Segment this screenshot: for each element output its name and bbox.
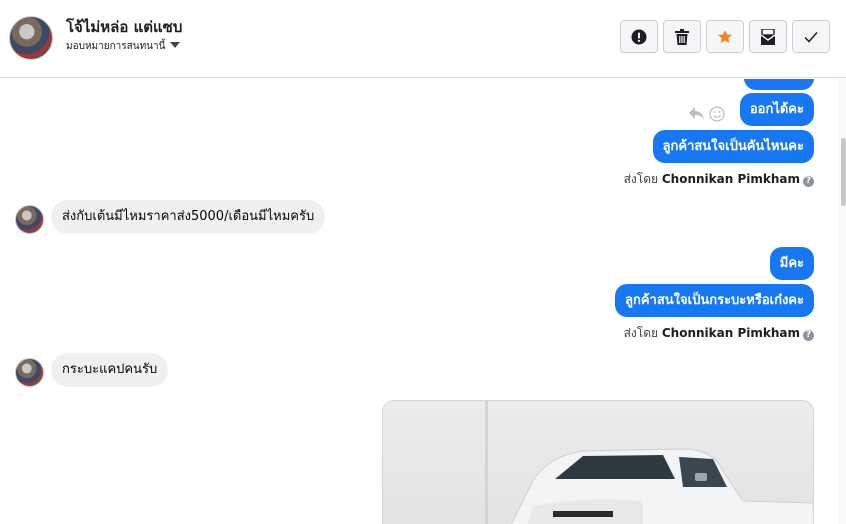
exclamation-icon <box>631 29 647 44</box>
sender-name: Chonnikan Pimkham <box>661 326 800 340</box>
contact-avatar-small[interactable] <box>15 358 44 387</box>
sent-by-prefix: ส่งโดย <box>623 326 659 340</box>
sent-by-prefix: ส่งโดย <box>623 172 659 186</box>
trash-icon <box>675 28 689 45</box>
scrollbar-thumb[interactable] <box>841 138 846 206</box>
star-icon <box>718 29 732 43</box>
message-thread[interactable]: ออกได้คะ ลูกค้าสนใจเป็นคันไหนคะ ส่งโดย C… <box>0 79 838 524</box>
caret-down-icon <box>170 42 181 48</box>
contact-avatar[interactable] <box>9 16 53 60</box>
message-bubble-incoming[interactable]: ส่งกับเต้นมีไหมราคาส่ง5000/เดือนมีไหมครั… <box>51 200 326 234</box>
reply-icon[interactable] <box>688 106 705 121</box>
delete-button[interactable] <box>663 20 701 53</box>
sender-name: Chonnikan Pimkham <box>661 172 800 186</box>
mark-unread-button[interactable] <box>749 20 787 53</box>
react-emoji-icon[interactable] <box>709 106 725 122</box>
message-bubble-incoming[interactable]: กระบะแคปคนรับ <box>51 353 169 387</box>
contact-name[interactable]: โจ้ไม่หล่อ แต่แซบ <box>66 15 182 39</box>
message-bubble-outgoing[interactable]: ออกได้คะ <box>739 93 814 126</box>
message-bubble-outgoing[interactable]: มีคะ <box>769 247 814 280</box>
image-attachment[interactable] <box>382 400 814 524</box>
pickup-truck-photo <box>510 448 813 524</box>
assign-conversation-label: มอบหมายการสนทนานี้ <box>66 41 166 52</box>
sent-by-label: ส่งโดย Chonnikan Pimkham? <box>624 324 814 343</box>
help-icon[interactable]: ? <box>803 330 814 341</box>
checkmark-icon <box>804 31 818 43</box>
star-button[interactable] <box>706 20 744 53</box>
mark-spam-button[interactable] <box>620 20 658 53</box>
assign-conversation-dropdown[interactable]: มอบหมายการสนทนานี้ <box>66 39 181 54</box>
message-bubble-outgoing[interactable] <box>744 79 814 90</box>
sent-by-label: ส่งโดย Chonnikan Pimkham? <box>624 170 814 189</box>
mark-done-button[interactable] <box>792 20 830 53</box>
message-bubble-outgoing[interactable]: ลูกค้าสนใจเป็นคันไหนคะ <box>652 130 814 163</box>
conversation-header: โจ้ไม่หล่อ แต่แซบ มอบหมายการสนทนานี้ <box>0 0 846 78</box>
contact-avatar-small[interactable] <box>15 205 44 234</box>
help-icon[interactable]: ? <box>803 176 814 187</box>
message-bubble-outgoing[interactable]: ลูกค้าสนใจเป็นกระบะหรือเก๋งคะ <box>615 284 814 317</box>
envelope-icon <box>761 28 775 45</box>
